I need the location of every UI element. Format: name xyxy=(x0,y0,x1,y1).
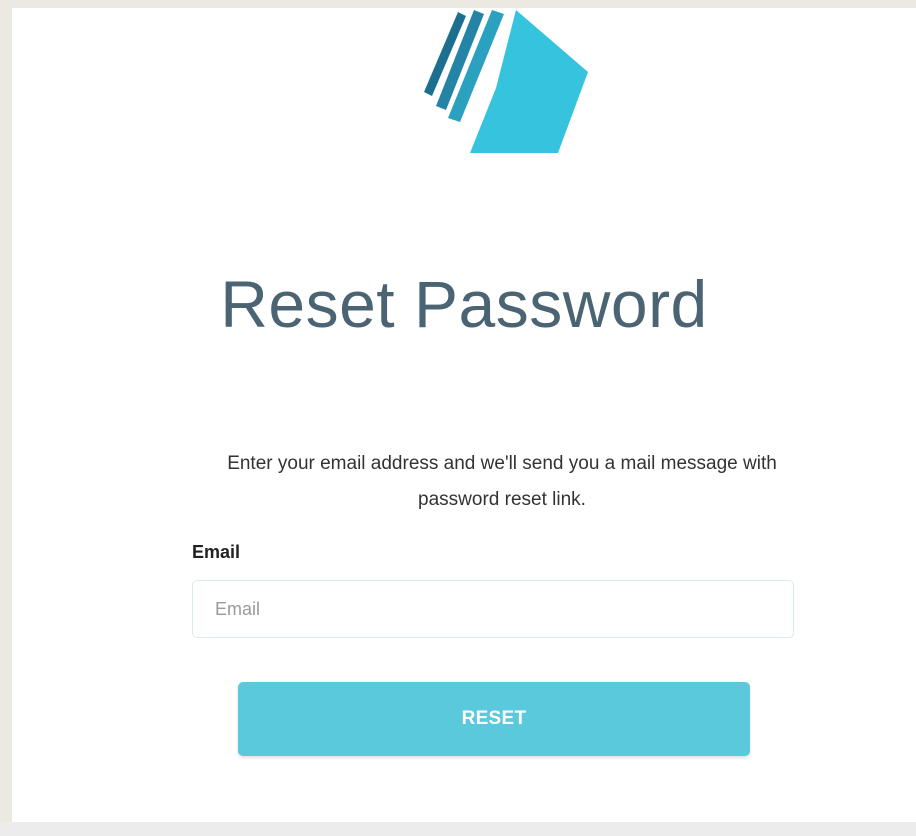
email-field[interactable] xyxy=(192,580,794,638)
reset-button[interactable]: RESET xyxy=(238,682,750,756)
bottom-strip xyxy=(0,822,916,836)
stacked-pages-logo-icon xyxy=(424,10,588,153)
page-title: Reset Password xyxy=(220,267,708,341)
reset-password-card: Reset Password Enter your email address … xyxy=(12,8,916,822)
instructions-text: Enter your email address and we'll send … xyxy=(227,453,777,510)
email-label: Email xyxy=(192,542,241,562)
